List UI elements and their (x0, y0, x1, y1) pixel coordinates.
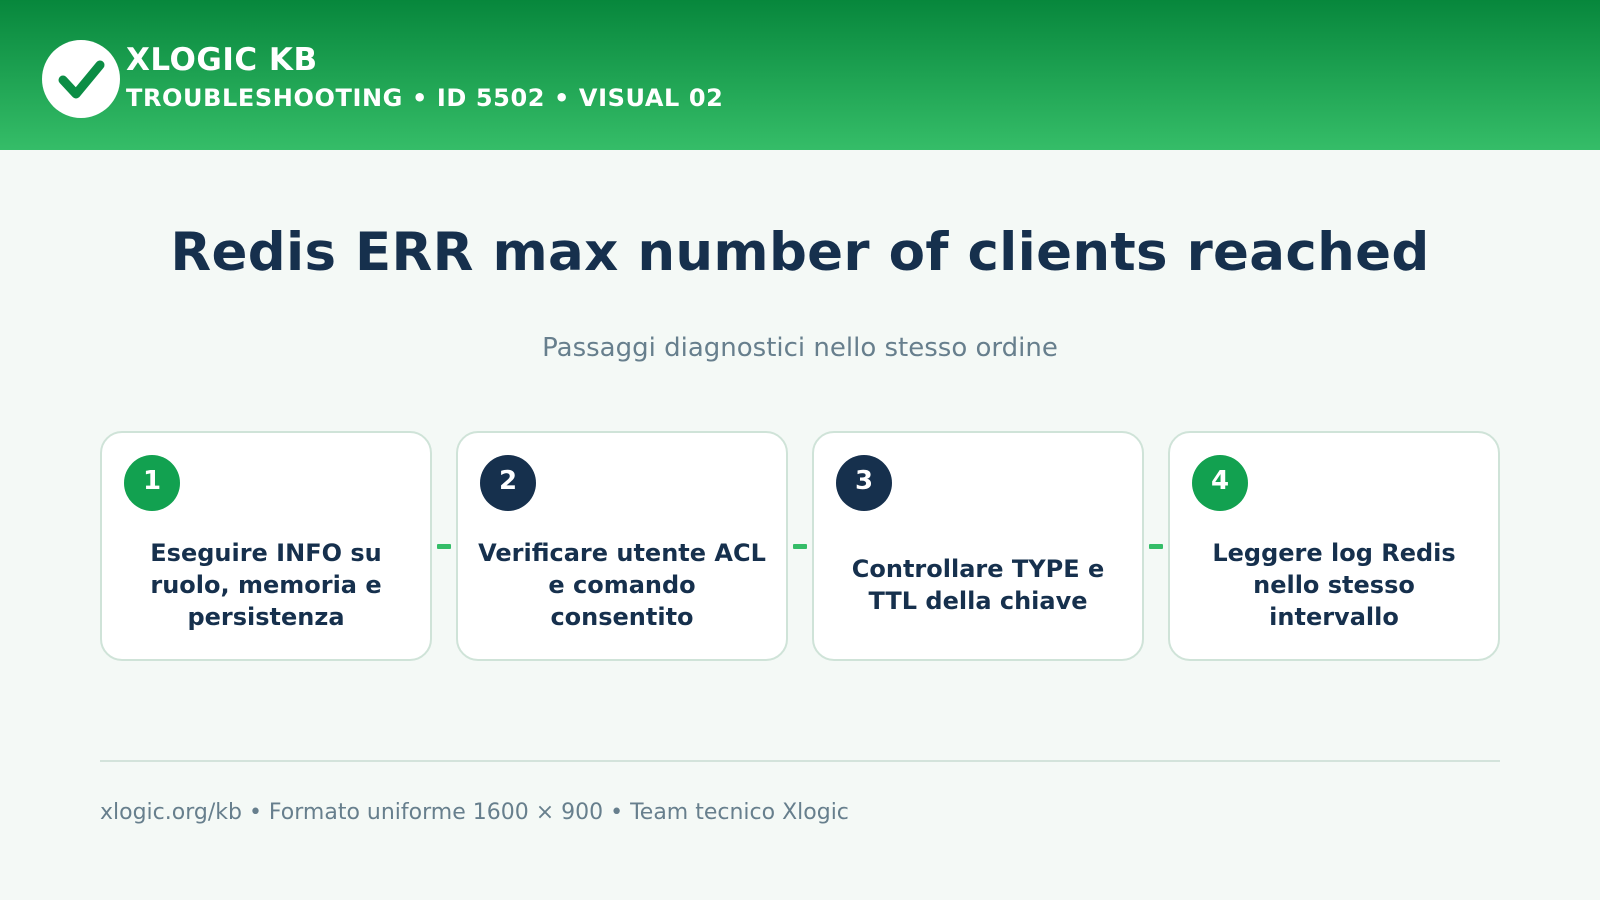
step-text-2: Verificare utente ACL e comando consenti… (478, 539, 766, 631)
step-badge-3: 3 (836, 455, 892, 511)
step-card-4: 4 Leggere log Redis nello stesso interva… (1168, 431, 1500, 661)
step-text-4: Leggere log Redis nello stesso intervall… (1212, 539, 1456, 631)
page-subtitle: Passaggi diagnostici nello stesso ordine (542, 333, 1058, 363)
step-connector-1 (437, 544, 451, 549)
step-connector-2 (793, 544, 807, 549)
step-card-1: 1 Eseguire INFO su ruolo, memoria e pers… (100, 431, 432, 661)
step-badge-1: 1 (124, 455, 180, 511)
check-icon (42, 40, 120, 118)
header-subline: TROUBLESHOOTING • ID 5502 • VISUAL 02 (126, 84, 724, 112)
step-text-1: Eseguire INFO su ruolo, memoria e persis… (150, 539, 382, 631)
step-card-2: 2 Verificare utente ACL e comando consen… (456, 431, 788, 661)
step-connector-3 (1149, 544, 1163, 549)
footer-text: xlogic.org/kb • Formato uniforme 1600 × … (100, 800, 849, 825)
brand-name: XLOGIC KB (126, 42, 318, 78)
page-title: Redis ERR max number of clients reached (170, 222, 1430, 283)
step-card-3: 3 Controllare TYPE e TTL della chiave (812, 431, 1144, 661)
footer-divider (100, 760, 1500, 762)
step-badge-4: 4 (1192, 455, 1248, 511)
step-badge-2: 2 (480, 455, 536, 511)
header-banner: XLOGIC KB TROUBLESHOOTING • ID 5502 • VI… (0, 0, 1600, 150)
step-text-3: Controllare TYPE e TTL della chiave (851, 555, 1105, 615)
